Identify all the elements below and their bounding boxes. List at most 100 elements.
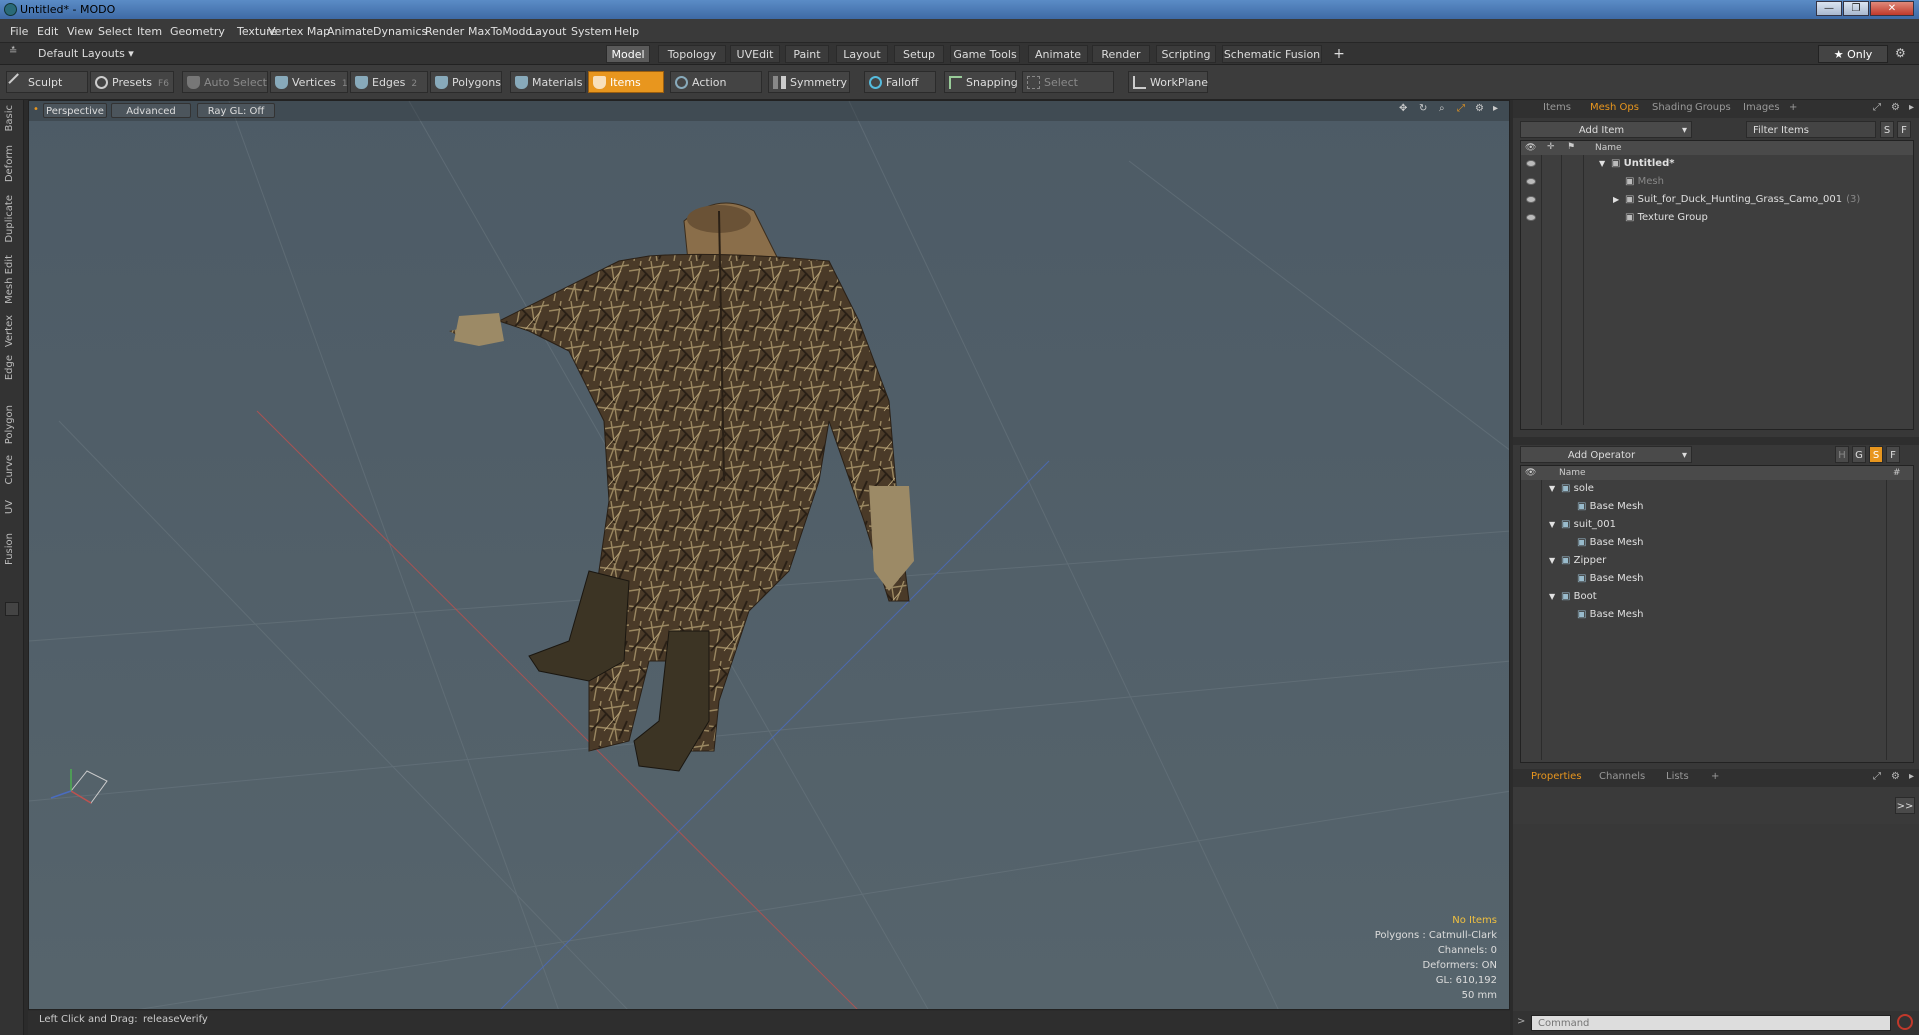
left-tab-vertex[interactable]: Vertex [4,315,15,347]
expand-arrow-icon[interactable]: ▼ [1549,480,1561,497]
panel-settings-icon[interactable]: ⚙ [1891,771,1900,782]
items-button[interactable]: Items [588,71,664,93]
visibility-eye-icon[interactable] [1526,178,1536,185]
only-button[interactable]: ★ Only [1818,45,1888,63]
sculpt-button[interactable]: Sculpt [6,71,88,93]
item-list[interactable]: 👁 ✛ ⚑ Name ▼ ▣ Untitled* ▣ Mesh ▶ ▣ Suit_for… [1520,140,1914,430]
maximize-view-icon[interactable]: ⤢ [1457,103,1465,114]
panel-expand-icon[interactable]: ⤢ [1873,102,1881,113]
mode-tab-paint[interactable]: Paint [785,45,829,63]
zoom-view-icon[interactable]: ⌕ [1439,103,1445,114]
item-row[interactable]: ▶ ▣ Suit_for_Duck_Hunting_Grass_Camo_001(… [1613,191,1860,208]
toggle-toolbox-button[interactable] [5,602,19,616]
properties-expand-button[interactable]: >> [1895,797,1915,814]
visibility-eye-icon[interactable] [1526,214,1536,221]
expand-arrow-icon[interactable]: ▼ [1599,155,1611,172]
menu-select[interactable]: Select [98,25,132,38]
raygl-dropdown[interactable]: Ray GL: Off [197,103,275,118]
viewport-menu-icon[interactable]: • [33,104,39,115]
mode-tab-layout[interactable]: Layout [836,45,888,63]
falloff-button[interactable]: Falloff [864,71,936,93]
expand-arrow-icon[interactable]: ▼ [1549,588,1561,605]
record-icon[interactable] [1897,1014,1913,1030]
menu-render[interactable]: Render [425,25,464,38]
left-tab-edge[interactable]: Edge [4,355,15,380]
perspective-dropdown[interactable]: Perspective [43,103,107,118]
operator-s-button[interactable]: S [1869,446,1883,463]
mode-tab-uvedit[interactable]: UVEdit [730,45,780,63]
expand-arrow-icon[interactable]: ▼ [1549,552,1561,569]
items-tab-items[interactable]: Items [1543,102,1571,113]
minimize-button[interactable]: — [1816,1,1842,16]
expand-arrow-icon[interactable]: ▼ [1549,516,1561,533]
left-tab-deform[interactable]: Deform [4,145,15,182]
filter-items-input[interactable]: Filter Items [1746,121,1876,138]
visibility-eye-icon[interactable] [1526,196,1536,203]
props-tab-channels[interactable]: Channels [1599,771,1645,782]
menu-item[interactable]: Item [137,25,162,38]
left-tab-fusion[interactable]: Fusion [4,533,15,565]
items-tab-add[interactable]: + [1789,102,1797,113]
operator-row[interactable]: ▼ ▣ Boot [1549,588,1597,605]
menu-system[interactable]: System [571,25,612,38]
mode-tab-game-tools[interactable]: Game Tools [950,45,1020,63]
panel-settings-icon[interactable]: ⚙ [1891,102,1900,113]
operator-row[interactable]: ▣ Base Mesh [1565,534,1644,551]
shading-dropdown[interactable]: Advanced [111,103,191,118]
maximize-button[interactable]: ❐ [1843,1,1869,16]
panel-arrow-icon[interactable]: ▸ [1909,771,1914,782]
operator-row[interactable]: ▣ Base Mesh [1565,606,1644,623]
mode-tab-scripting[interactable]: Scripting [1156,45,1216,63]
mode-tab-topology[interactable]: Topology [658,45,726,63]
left-tab-basic[interactable]: Basic [4,105,15,131]
filter-s-button[interactable]: S [1880,121,1894,138]
operator-list[interactable]: 👁 Name # ▼ ▣ sole ▣ Base Mesh ▼ ▣ suit_001 ▣ … [1520,465,1914,763]
filter-f-button[interactable]: F [1897,121,1911,138]
operator-row[interactable]: ▣ Base Mesh [1565,498,1644,515]
item-row[interactable]: ▣ Texture Group [1613,209,1708,226]
materials-button[interactable]: Materials [510,71,586,93]
left-tab-curve[interactable]: Curve [4,455,15,485]
mode-tab-render[interactable]: Render [1092,45,1150,63]
menu-dynamics[interactable]: Dynamics [373,25,427,38]
vertices-button[interactable]: Vertices 1 [270,71,348,93]
props-tab-lists[interactable]: Lists [1666,771,1689,782]
item-row[interactable]: ▣ Mesh [1613,173,1664,190]
left-tab-uv[interactable]: UV [4,500,15,514]
3d-viewport[interactable]: • Perspective Advanced Ray GL: Off ✥ ↻ ⌕… [28,100,1510,1010]
command-input[interactable] [1531,1015,1891,1031]
menu-view[interactable]: View [67,25,93,38]
operator-f-button[interactable]: F [1886,446,1900,463]
mode-tab-setup[interactable]: Setup [894,45,944,63]
add-item-dropdown[interactable]: Add Item ▾ [1520,121,1692,138]
operator-row[interactable]: ▼ ▣ Zipper [1549,552,1606,569]
menu-animate[interactable]: Animate [327,25,373,38]
operator-row[interactable]: ▣ Base Mesh [1565,570,1644,587]
close-button[interactable]: ✕ [1870,1,1914,16]
viewport-settings-icon[interactable]: ⚙ [1475,103,1484,114]
collapse-icon[interactable]: ≛ [9,46,17,57]
action-center-button[interactable]: Action Center [670,71,762,111]
auto-select-button[interactable]: Auto Select [182,71,268,93]
workplane-button[interactable]: WorkPlane [1128,71,1208,93]
panel-splitter[interactable] [1513,437,1919,445]
symmetry-button[interactable]: Symmetry [768,71,850,93]
menu-vertex-map[interactable]: Vertex Map [268,25,330,38]
menu-maxtomodo[interactable]: MaxToModo [468,25,532,38]
mode-tab-add[interactable]: + [1330,45,1348,63]
expand-arrow-icon[interactable]: ▶ [1613,191,1625,208]
items-tab-shading[interactable]: Shading [1652,102,1693,113]
visibility-eye-icon[interactable] [1526,160,1536,167]
panel-arrow-icon[interactable]: ▸ [1909,102,1914,113]
move-view-icon[interactable]: ✥ [1399,103,1407,114]
props-tab-properties[interactable]: Properties [1531,771,1582,782]
panel-expand-icon[interactable]: ⤢ [1873,771,1881,782]
item-row[interactable]: ▼ ▣ Untitled* [1599,155,1674,172]
menu-help[interactable]: Help [614,25,639,38]
add-operator-dropdown[interactable]: Add Operator ▾ [1520,446,1692,463]
layouts-dropdown[interactable]: Default Layouts ▾ [38,47,134,60]
rotate-view-icon[interactable]: ↻ [1419,103,1427,114]
gear-icon[interactable]: ⚙ [1895,46,1906,60]
menu-layout[interactable]: Layout [529,25,566,38]
items-tab-groups[interactable]: Groups [1695,102,1731,113]
